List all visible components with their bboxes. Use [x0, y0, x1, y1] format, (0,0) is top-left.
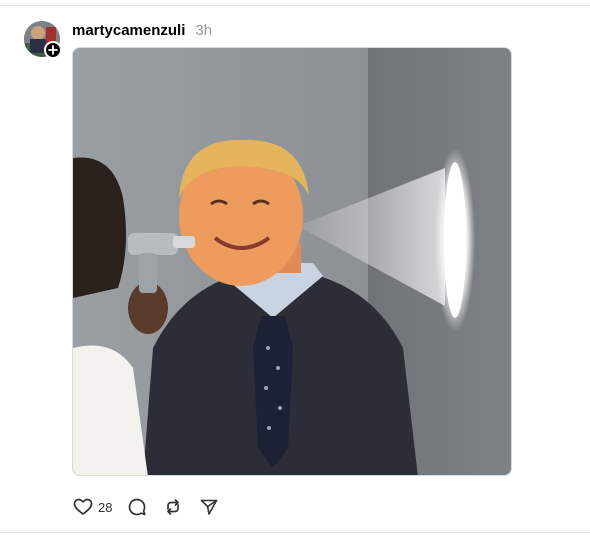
- post-photo: [73, 48, 511, 475]
- paper-plane-icon: [198, 496, 220, 518]
- repost-icon: [162, 496, 184, 518]
- speech-bubble-icon: [126, 496, 148, 518]
- heart-icon: [72, 496, 94, 518]
- post-actions: 28: [72, 495, 220, 519]
- follow-button[interactable]: [44, 41, 62, 59]
- timestamp: 3h: [195, 21, 213, 39]
- post-image[interactable]: [72, 47, 512, 476]
- repost-button[interactable]: [162, 495, 184, 519]
- username[interactable]: martycamenzuli: [72, 22, 185, 39]
- post: martycamenzuli 3h 28: [0, 0, 590, 545]
- post-header: martycamenzuli 3h: [72, 20, 212, 40]
- author-avatar[interactable]: [24, 21, 62, 59]
- bottom-divider: [0, 532, 590, 533]
- like-count: 28: [98, 499, 113, 515]
- share-button[interactable]: [198, 495, 220, 519]
- plus-icon: [48, 45, 58, 55]
- reply-button[interactable]: [126, 495, 148, 519]
- like-button[interactable]: 28: [72, 495, 112, 519]
